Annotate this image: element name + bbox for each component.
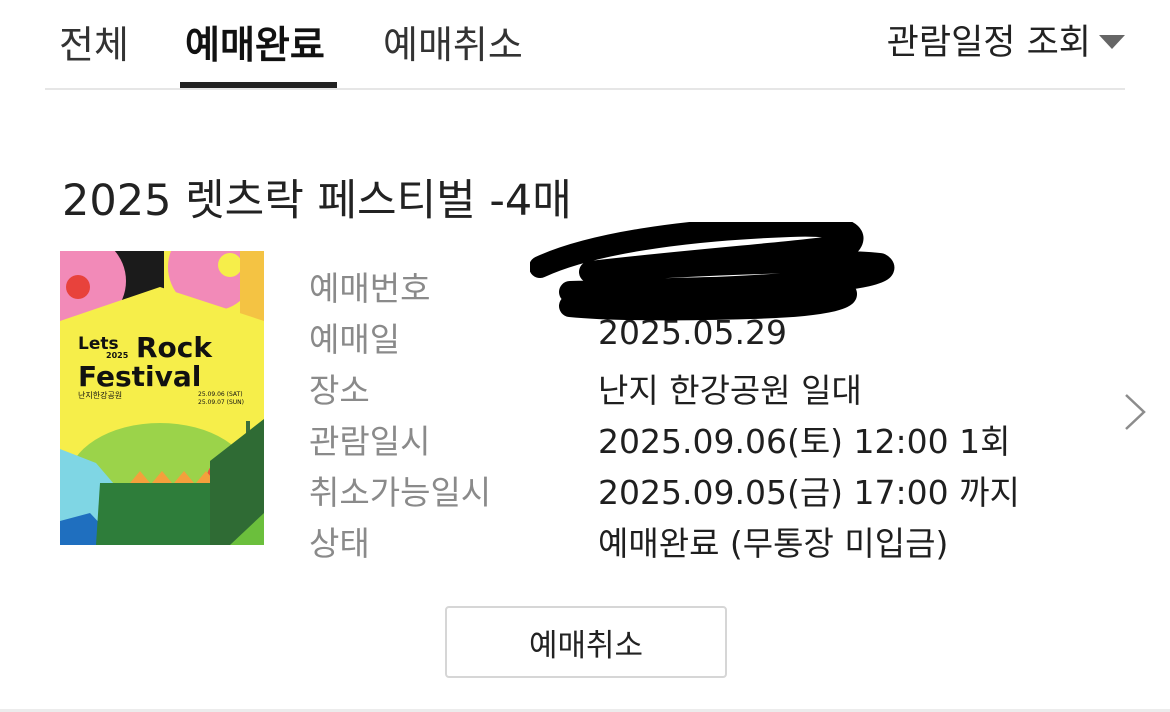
booking-title: 2025 렛츠락 페스티벌 -4매: [62, 176, 572, 226]
detail-value: 2025.09.05(금) 17:00 까지: [598, 473, 1020, 512]
poster-artwork: Lets 2025 Rock Festival 난지한강공원 25.09.06 …: [60, 251, 264, 545]
tab-all[interactable]: 전체: [59, 14, 129, 69]
tab-booked[interactable]: 예매완료: [185, 14, 325, 69]
detail-label: 관람일시: [309, 422, 431, 461]
detail-label: 상태: [309, 524, 370, 563]
poster-text-date1: 25.09.06 (SAT): [198, 391, 243, 398]
chevron-right-icon[interactable]: [1122, 392, 1148, 432]
detail-value: 예매완료 (무통장 미입금): [598, 524, 949, 563]
poster-text-year: 2025: [106, 351, 129, 360]
tab-bar: 전체 예매완료 예매취소 관람일정 조회: [45, 0, 1125, 90]
tab-cancelled[interactable]: 예매취소: [383, 14, 523, 69]
active-tab-indicator: [180, 82, 337, 88]
schedule-filter-dropdown[interactable]: 관람일정 조회: [887, 14, 1125, 65]
detail-label: 예매번호: [309, 269, 431, 308]
poster-text-festival: Festival: [78, 360, 201, 393]
detail-value: 2025.09.06(토) 12:00 1회: [598, 422, 1011, 461]
detail-label: 예매일: [309, 320, 401, 359]
redaction-mark: [530, 222, 895, 321]
poster-text-date2: 25.09.07 (SUN): [198, 399, 244, 406]
poster-text-venue: 난지한강공원: [78, 390, 122, 400]
event-poster[interactable]: Lets 2025 Rock Festival 난지한강공원 25.09.06 …: [60, 251, 264, 545]
caret-down-icon: [1099, 34, 1125, 49]
detail-label: 취소가능일시: [309, 473, 492, 512]
detail-label: 장소: [309, 371, 370, 410]
cancel-booking-button[interactable]: 예매취소: [445, 606, 727, 678]
detail-value: 난지 한강공원 일대: [598, 371, 862, 410]
schedule-filter-label: 관람일정 조회: [886, 23, 1091, 63]
